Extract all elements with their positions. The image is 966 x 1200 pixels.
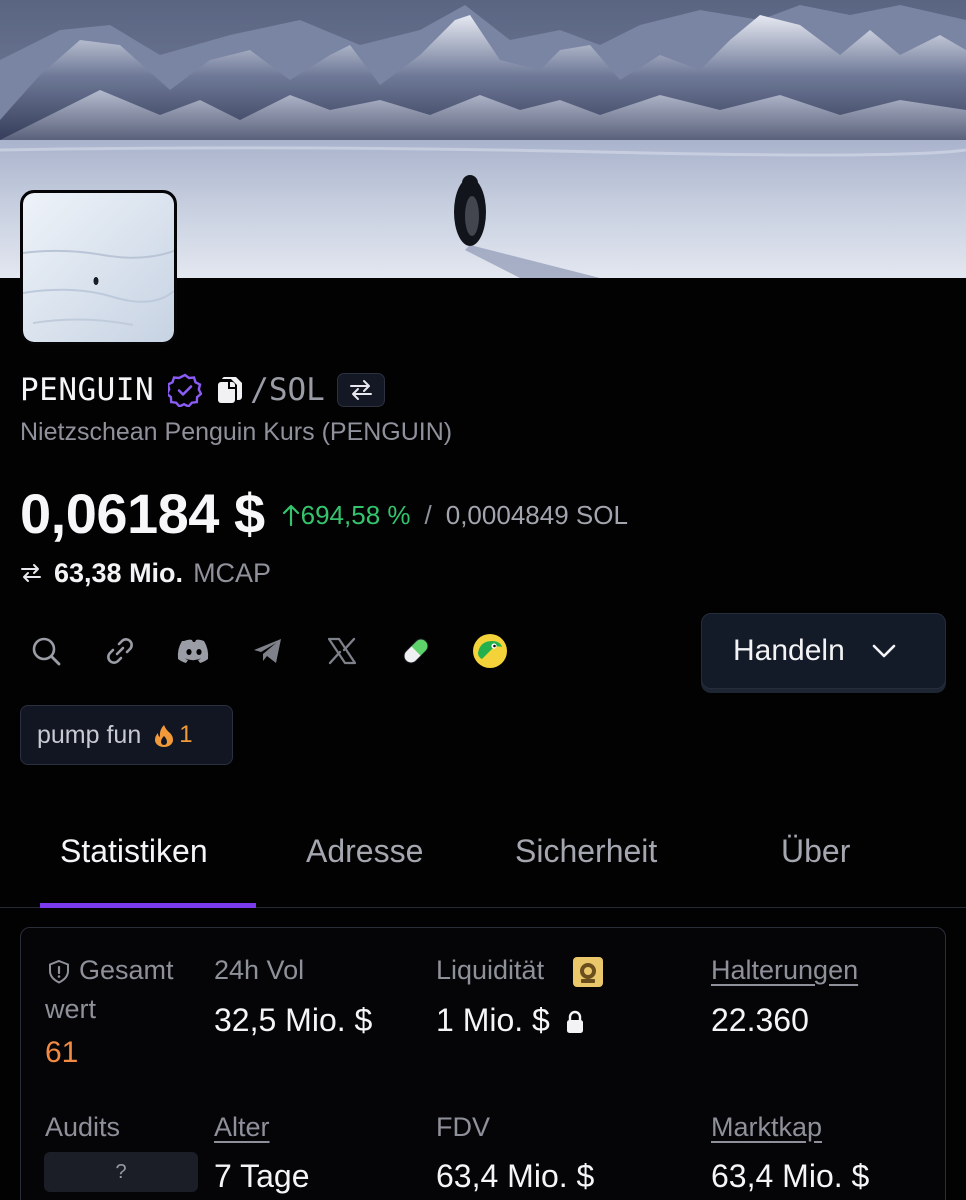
price-usd: 0,06184 $: [20, 481, 265, 545]
token-title-row: PENGUIN /SOL: [20, 368, 385, 412]
swap-icon: [349, 380, 372, 400]
tab-about[interactable]: Über: [781, 833, 850, 870]
pump-fun-tag[interactable]: pump fun 1: [20, 705, 233, 765]
dexscreener-icon[interactable]: [472, 633, 508, 669]
token-ticker: PENGUIN: [20, 372, 155, 408]
trade-button-label: Handeln: [733, 634, 845, 667]
active-tab-indicator: [40, 903, 256, 908]
price-change-value: 694,58 %: [300, 499, 411, 530]
lock-icon: [567, 1010, 583, 1033]
price-separator: /: [424, 499, 432, 530]
fdv-value: 63,4 Mio. $: [436, 1158, 595, 1194]
tab-bar: Statistiken Adresse Sicherheit Über: [0, 808, 966, 908]
mcap-value: 63,38 Mio.: [54, 557, 184, 588]
verified-badge-icon: [168, 373, 203, 407]
stats-card: Gesamt wert 61 24h Vol 32,5 Mio. $ Liqui…: [20, 927, 946, 1200]
price-row: 0,06184 $ 694,58 % / 0,0004849 SOL: [20, 478, 628, 548]
shield-icon: [49, 959, 69, 984]
chevron-down-icon: [872, 644, 896, 658]
audits-label: Audits: [45, 1112, 121, 1142]
trade-button[interactable]: Handeln: [701, 613, 946, 689]
tag-count: 1: [179, 721, 193, 748]
link-icon[interactable]: [102, 633, 138, 669]
token-avatar: [20, 190, 177, 345]
total-score-label: Gesamt: [79, 955, 174, 985]
search-icon[interactable]: [28, 633, 64, 669]
marketcap-value: 63,4 Mio. $: [711, 1158, 870, 1194]
arrow-up-icon: [282, 504, 299, 527]
holders-value: 22.360: [711, 1002, 809, 1038]
age-value: 7 Tage: [214, 1158, 310, 1194]
fdv-label: FDV: [436, 1112, 490, 1142]
copy-icon[interactable]: [216, 375, 244, 405]
pill-icon[interactable]: [398, 633, 434, 669]
price-sol: 0,0004849 SOL: [445, 499, 628, 530]
liquidity-label: Liquidität: [436, 955, 545, 985]
tab-address[interactable]: Adresse: [306, 833, 423, 870]
audits-value-badge[interactable]: ?: [44, 1152, 198, 1192]
total-score-value: 61: [45, 1036, 79, 1069]
x-icon[interactable]: [324, 633, 360, 669]
tab-security[interactable]: Sicherheit: [515, 833, 657, 870]
tab-statistics[interactable]: Statistiken: [60, 833, 208, 870]
liquidity-pool-icon[interactable]: [573, 957, 603, 987]
holders-label[interactable]: Halterungen: [711, 955, 858, 986]
total-score-label-line2: wert: [45, 994, 97, 1024]
fire-icon: [155, 725, 174, 747]
swap-icon: [21, 564, 41, 582]
marketcap-label[interactable]: Marktkap: [711, 1112, 822, 1143]
telegram-icon[interactable]: [250, 633, 286, 669]
age-label[interactable]: Alter: [214, 1112, 270, 1143]
token-full-name: Nietzschean Penguin Kurs (PENGUIN): [20, 418, 453, 446]
social-links: [28, 628, 546, 674]
price-change: 694,58 %: [281, 496, 411, 531]
mcap-label: MCAP: [193, 557, 272, 588]
tag-label: pump fun: [37, 720, 142, 749]
liquidity-value: 1 Mio. $: [436, 1002, 550, 1038]
volume-24h-value: 32,5 Mio. $: [214, 1002, 373, 1038]
swap-pair-button[interactable]: [336, 373, 385, 407]
discord-icon[interactable]: [176, 633, 212, 669]
pair-suffix: /SOL: [250, 372, 325, 408]
mcap-row: 63,38 Mio. MCAP: [20, 555, 271, 591]
volume-24h-label: 24h Vol: [214, 955, 305, 985]
